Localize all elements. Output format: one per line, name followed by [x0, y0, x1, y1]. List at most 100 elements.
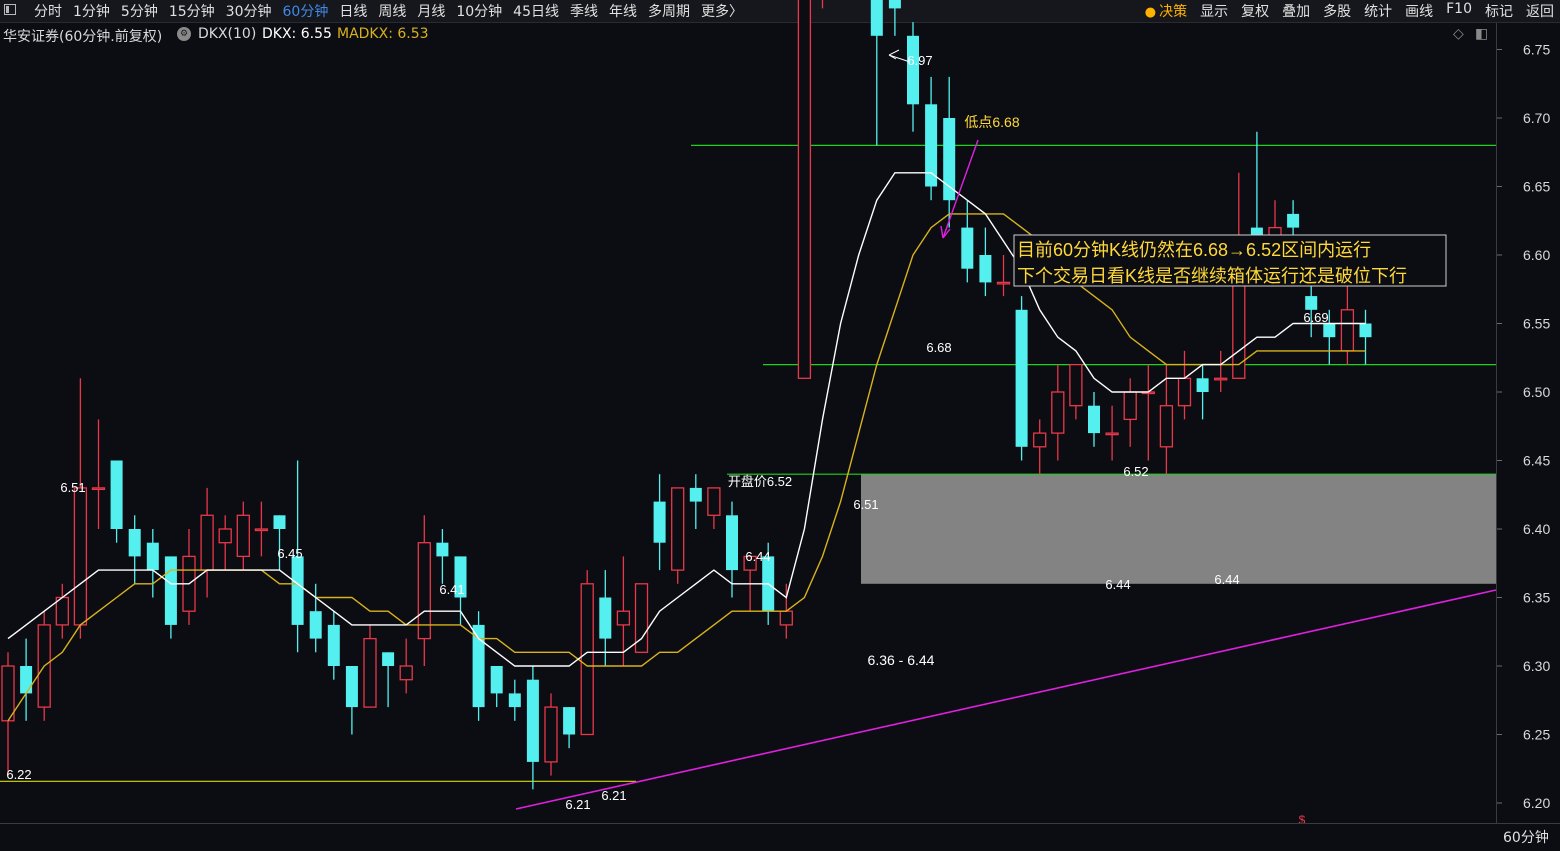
candle-body-down	[345, 666, 358, 708]
candle-body-up	[671, 487, 685, 571]
candle-body-up	[779, 610, 793, 626]
candle-body-down	[925, 104, 938, 187]
candle-body-up	[399, 665, 413, 681]
candle-body-down	[128, 529, 141, 557]
candle-body-down	[472, 624, 485, 708]
candle-body-up	[996, 281, 1011, 285]
candle-body-down	[979, 255, 992, 283]
candle-body-up	[91, 487, 106, 491]
candle-body-down	[490, 666, 503, 694]
candle-body-up	[707, 487, 721, 516]
period-label[interactable]: 60分钟	[1503, 827, 1549, 847]
y-tick-label: 6.55	[1523, 316, 1550, 332]
candle-body-down	[146, 542, 159, 571]
madkx-line	[7, 213, 1366, 722]
candle-body-up	[236, 514, 250, 558]
candle-body-down	[689, 487, 702, 502]
price-axis-divider	[1496, 23, 1497, 823]
y-tick-label: 6.35	[1523, 590, 1550, 606]
candle-body-down	[907, 35, 919, 105]
price-mark-label: 6.21	[565, 797, 590, 812]
candle-body-down	[563, 707, 576, 735]
candle-body-up	[1033, 432, 1047, 448]
candle-body-up	[616, 610, 631, 626]
candle-body-down	[1359, 323, 1372, 338]
candle-body-up	[55, 596, 69, 626]
candle-body-up	[200, 514, 214, 571]
candle-body-up	[797, 0, 812, 379]
candle-body-down	[888, 0, 901, 9]
candle-body-down	[327, 624, 340, 666]
price-mark-label: 6.44	[1105, 577, 1130, 592]
y-tick-label: 6.65	[1523, 179, 1550, 195]
kline-chart[interactable]: 6.956.906.856.806.756.706.656.606.556.50…	[0, 0, 1560, 850]
candle-body-up	[73, 487, 88, 626]
candle-body-down	[961, 227, 974, 269]
candle-body-down	[291, 556, 304, 625]
candle-body-down	[309, 611, 322, 639]
candle-body-down	[508, 693, 521, 708]
candle-body-down	[726, 515, 738, 571]
candle-body-up	[1340, 309, 1355, 352]
price-box-zone	[861, 474, 1496, 584]
candle-body-up	[544, 706, 558, 763]
price-mark-label: 6.52	[1123, 464, 1148, 479]
candle-body-down	[1287, 213, 1300, 228]
candle-body-down	[1305, 296, 1318, 310]
price-mark-label: 6.69	[1303, 310, 1328, 325]
candle-body-down	[1015, 309, 1028, 447]
candle-body-up	[1051, 391, 1065, 434]
candle-body-up	[1, 665, 15, 722]
price-mark-label: 6.41	[439, 582, 464, 597]
price-mark-label: 6.22	[6, 767, 31, 782]
y-tick-label: 6.45	[1523, 453, 1550, 469]
price-mark-label: 6.51	[853, 497, 878, 512]
candle-body-up	[1159, 405, 1174, 448]
box-range-label: 6.36 - 6.44	[868, 652, 935, 668]
candle-body-down	[110, 460, 123, 529]
price-mark-label: 6.45	[277, 546, 302, 561]
y-tick-label: 6.50	[1523, 384, 1550, 400]
candle-body-down	[1323, 323, 1336, 338]
candle-body-down	[599, 597, 612, 639]
candle-body-up	[580, 583, 594, 736]
y-tick-label: 6.30	[1523, 658, 1550, 674]
time-axis	[0, 823, 1560, 851]
open-price-label: 开盘价6.52	[728, 474, 792, 489]
y-tick-label: 6.20	[1523, 795, 1550, 811]
y-tick-label: 6.25	[1523, 727, 1550, 743]
y-tick-label: 6.75	[1523, 42, 1550, 58]
price-mark-label: 6.51	[60, 480, 85, 495]
price-mark-label: 6.68	[926, 340, 951, 355]
candle-body-down	[1196, 378, 1209, 392]
candle-body-down	[526, 679, 539, 762]
candle-body-up	[218, 528, 232, 544]
candle-body-up	[1105, 432, 1119, 436]
candle-body-up	[1069, 363, 1083, 407]
candle-body-down	[653, 501, 666, 543]
candle-body-down	[20, 666, 33, 694]
candle-body-down	[164, 556, 177, 625]
ascending-trend-line	[515, 589, 1497, 810]
candle-body-up	[1123, 391, 1137, 421]
candle-body-up	[254, 528, 269, 532]
price-mark-label: 6.44	[745, 549, 770, 564]
comment-line-2: 下个交易日看K线是否继续箱体运行还是破位下行	[1017, 266, 1407, 286]
price-mark-label: 6.21	[601, 788, 626, 803]
y-tick-label: 6.60	[1523, 247, 1550, 263]
peak-price-label: 6.97	[907, 53, 932, 68]
candle-body-up	[1214, 377, 1228, 381]
low-point-label: 低点6.68	[964, 114, 1019, 130]
comment-line-1: 目前60分钟K线仍然在6.68→6.52区间内运行	[1017, 240, 1371, 260]
candle-body-down	[382, 652, 395, 666]
candle-body-down	[436, 542, 449, 557]
candle-body-down	[870, 0, 883, 36]
candle-body-down	[943, 118, 956, 201]
y-tick-label: 6.40	[1523, 521, 1550, 537]
candle-body-down	[1088, 405, 1100, 434]
candle-body-down	[273, 515, 286, 529]
candle-body-up	[363, 637, 377, 708]
y-tick-label: 6.70	[1523, 110, 1550, 126]
candle-body-up	[1177, 377, 1192, 407]
price-mark-label: 6.44	[1214, 572, 1239, 587]
